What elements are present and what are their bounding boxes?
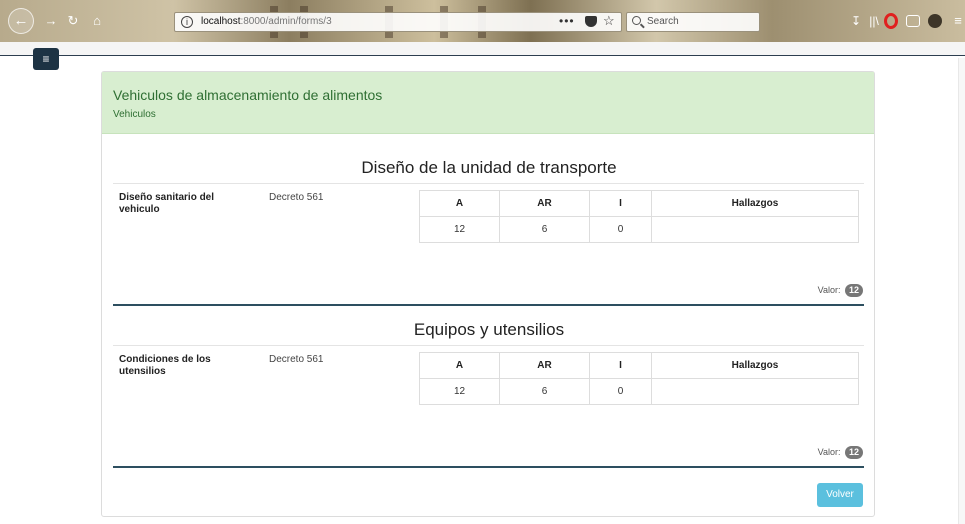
- score-badge: 12: [844, 284, 863, 297]
- page-subtitle: Vehiculos: [113, 109, 156, 120]
- forward-arrow-icon[interactable]: →: [40, 10, 62, 32]
- section-divider: [113, 345, 864, 346]
- back-arrow-icon[interactable]: ←: [8, 8, 34, 34]
- app-navbar: [0, 42, 965, 56]
- table-header-row: A AR I Hallazgos: [419, 190, 859, 217]
- url-path: :8000/admin/forms/3: [240, 16, 332, 27]
- item-name: Condiciones de los utensilios: [119, 354, 211, 377]
- panel-header: Vehiculos de almacenamiento de alimentos…: [102, 72, 874, 134]
- section-title: Diseño de la unidad de transporte: [361, 158, 617, 177]
- table-header-row: A AR I Hallazgos: [419, 352, 859, 379]
- evaluation-table: A AR I Hallazgos 12 6 0: [419, 190, 859, 243]
- column-header-i: I: [589, 352, 652, 379]
- score-badge: 12: [844, 446, 863, 459]
- cell-hallazgos: [651, 216, 859, 243]
- section-title: Equipos y utensilios: [413, 320, 565, 339]
- private-browsing-icon[interactable]: [928, 14, 942, 28]
- item-norm: Decreto 561: [269, 192, 324, 203]
- sidebar-toggle-button[interactable]: ≡: [33, 48, 59, 70]
- cell-ar: 6: [499, 216, 590, 243]
- search-input[interactable]: Search: [626, 12, 760, 32]
- table-row: 12 6 0: [419, 216, 859, 243]
- volver-button[interactable]: Volver: [817, 483, 863, 507]
- search-placeholder: Search: [647, 16, 679, 27]
- column-header-hallazgos: Hallazgos: [651, 190, 859, 217]
- item-norm: Decreto 561: [269, 354, 324, 365]
- cell-a: 12: [419, 378, 500, 405]
- cell-i: 0: [589, 378, 652, 405]
- column-header-ar: AR: [499, 190, 590, 217]
- cell-ar: 6: [499, 378, 590, 405]
- search-icon: [632, 16, 641, 25]
- browser-toolbar: ← → ↻ ⌂ i localhost:8000/admin/forms/3 •…: [0, 0, 965, 42]
- library-icon[interactable]: ||\: [866, 13, 882, 29]
- column-header-hallazgos: Hallazgos: [651, 352, 859, 379]
- pocket-icon[interactable]: [585, 16, 597, 27]
- opera-icon[interactable]: [884, 13, 898, 29]
- column-header-a: A: [419, 352, 500, 379]
- section-separator: [113, 466, 864, 468]
- download-icon[interactable]: ↧: [848, 13, 864, 29]
- reload-icon[interactable]: ↻: [62, 10, 84, 32]
- info-icon[interactable]: i: [181, 16, 193, 28]
- section-divider: [113, 183, 864, 184]
- home-icon[interactable]: ⌂: [86, 10, 108, 32]
- more-actions-icon[interactable]: •••: [559, 12, 575, 30]
- column-header-ar: AR: [499, 352, 590, 379]
- cell-i: 0: [589, 216, 652, 243]
- item-name: Diseño sanitario del vehiculo: [119, 192, 215, 215]
- section-score: Valor: 12: [818, 284, 863, 297]
- section-score: Valor: 12: [818, 446, 863, 459]
- score-label: Valor:: [817, 447, 841, 457]
- cell-hallazgos: [651, 378, 859, 405]
- score-label: Valor:: [817, 285, 841, 295]
- bookmark-star-icon[interactable]: ☆: [603, 12, 615, 30]
- address-bar[interactable]: i localhost:8000/admin/forms/3 ••• ☆: [174, 12, 622, 32]
- column-header-i: I: [589, 190, 652, 217]
- page-title: Vehiculos de almacenamiento de alimentos: [113, 87, 383, 103]
- hamburger-menu-icon[interactable]: ≡: [950, 13, 965, 29]
- column-header-a: A: [419, 190, 500, 217]
- form-panel: Vehiculos de almacenamiento de alimentos…: [101, 71, 875, 517]
- cell-a: 12: [419, 216, 500, 243]
- section-separator: [113, 304, 864, 306]
- evaluation-table: A AR I Hallazgos 12 6 0: [419, 352, 859, 405]
- url-text[interactable]: localhost:8000/admin/forms/3: [201, 13, 332, 31]
- extension-icon[interactable]: [906, 15, 920, 27]
- table-row: 12 6 0: [419, 378, 859, 405]
- menu-icon: ≡: [42, 52, 50, 66]
- page-scrollbar[interactable]: [958, 58, 965, 524]
- url-host: localhost: [201, 16, 241, 27]
